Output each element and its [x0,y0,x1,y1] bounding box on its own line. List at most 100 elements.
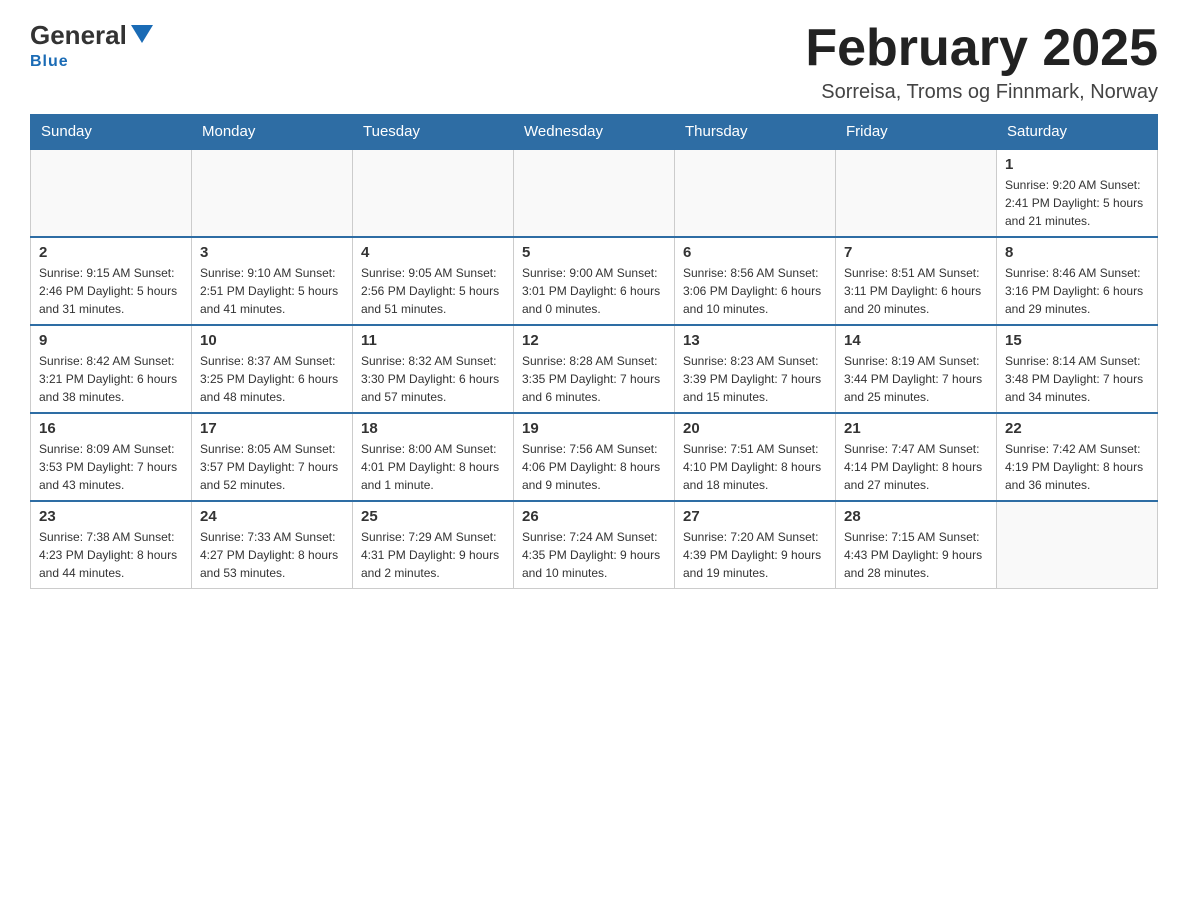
day-number: 1 [1005,156,1149,173]
day-number: 3 [200,244,344,261]
day-info: Sunrise: 8:51 AM Sunset: 3:11 PM Dayligh… [844,264,988,318]
day-number: 14 [844,332,988,349]
calendar-cell [192,149,353,237]
day-number: 6 [683,244,827,261]
calendar-header-row: Sunday Monday Tuesday Wednesday Thursday… [31,115,1158,150]
calendar-cell: 7 Sunrise: 8:51 AM Sunset: 3:11 PM Daylig… [836,237,997,325]
month-title: February 2025 [805,20,1158,77]
calendar-cell: 2 Sunrise: 9:15 AM Sunset: 2:46 PM Daylig… [31,237,192,325]
day-number: 12 [522,332,666,349]
calendar-cell: 19 Sunrise: 7:56 AM Sunset: 4:06 PM Dayli… [514,413,675,501]
day-info: Sunrise: 7:56 AM Sunset: 4:06 PM Dayligh… [522,440,666,494]
calendar-cell: 28 Sunrise: 7:15 AM Sunset: 4:43 PM Dayli… [836,501,997,589]
day-info: Sunrise: 7:47 AM Sunset: 4:14 PM Dayligh… [844,440,988,494]
day-number: 24 [200,508,344,525]
week-row-3: 9 Sunrise: 8:42 AM Sunset: 3:21 PM Daylig… [31,325,1158,413]
day-info: Sunrise: 9:15 AM Sunset: 2:46 PM Dayligh… [39,264,183,318]
calendar-cell: 13Sunrise: 8:23 AM Sunset: 3:39 PM Dayli… [675,325,836,413]
col-friday: Friday [836,115,997,150]
day-number: 27 [683,508,827,525]
day-info: Sunrise: 9:05 AM Sunset: 2:56 PM Dayligh… [361,264,505,318]
day-info: Sunrise: 8:42 AM Sunset: 3:21 PM Dayligh… [39,352,183,406]
logo-general-text: General [30,20,127,51]
day-number: 23 [39,508,183,525]
day-number: 26 [522,508,666,525]
col-tuesday: Tuesday [353,115,514,150]
calendar-cell: 5Sunrise: 9:00 AM Sunset: 3:01 PM Daylig… [514,237,675,325]
calendar-cell: 14 Sunrise: 8:19 AM Sunset: 3:44 PM Dayli… [836,325,997,413]
col-wednesday: Wednesday [514,115,675,150]
calendar-cell: 23 Sunrise: 7:38 AM Sunset: 4:23 PM Dayli… [31,501,192,589]
day-number: 28 [844,508,988,525]
calendar-cell: 18 Sunrise: 8:00 AM Sunset: 4:01 PM Dayli… [353,413,514,501]
calendar-cell: 27Sunrise: 7:20 AM Sunset: 4:39 PM Dayli… [675,501,836,589]
day-number: 19 [522,420,666,437]
day-number: 7 [844,244,988,261]
day-info: Sunrise: 8:09 AM Sunset: 3:53 PM Dayligh… [39,440,183,494]
day-number: 15 [1005,332,1149,349]
calendar-cell [836,149,997,237]
calendar-cell: 21 Sunrise: 7:47 AM Sunset: 4:14 PM Dayli… [836,413,997,501]
col-thursday: Thursday [675,115,836,150]
day-info: Sunrise: 7:38 AM Sunset: 4:23 PM Dayligh… [39,528,183,582]
day-info: Sunrise: 7:24 AM Sunset: 4:35 PM Dayligh… [522,528,666,582]
calendar-cell: 20Sunrise: 7:51 AM Sunset: 4:10 PM Dayli… [675,413,836,501]
week-row-1: 1 Sunrise: 9:20 AM Sunset: 2:41 PM Daylig… [31,149,1158,237]
calendar-cell: 16 Sunrise: 8:09 AM Sunset: 3:53 PM Dayli… [31,413,192,501]
calendar-cell [31,149,192,237]
day-number: 11 [361,332,505,349]
day-info: Sunrise: 7:33 AM Sunset: 4:27 PM Dayligh… [200,528,344,582]
day-number: 21 [844,420,988,437]
day-info: Sunrise: 8:46 AM Sunset: 3:16 PM Dayligh… [1005,264,1149,318]
day-number: 10 [200,332,344,349]
calendar-cell [675,149,836,237]
calendar-cell: 10Sunrise: 8:37 AM Sunset: 3:25 PM Dayli… [192,325,353,413]
day-info: Sunrise: 7:42 AM Sunset: 4:19 PM Dayligh… [1005,440,1149,494]
logo-blue-text: Blue [30,53,69,71]
calendar-cell [997,501,1158,589]
calendar-cell: 11 Sunrise: 8:32 AM Sunset: 3:30 PM Dayli… [353,325,514,413]
title-section: February 2025 Sorreisa, Troms og Finnmar… [805,20,1158,104]
day-info: Sunrise: 9:20 AM Sunset: 2:41 PM Dayligh… [1005,176,1149,230]
day-info: Sunrise: 8:19 AM Sunset: 3:44 PM Dayligh… [844,352,988,406]
day-number: 2 [39,244,183,261]
day-info: Sunrise: 8:32 AM Sunset: 3:30 PM Dayligh… [361,352,505,406]
day-number: 9 [39,332,183,349]
day-number: 22 [1005,420,1149,437]
calendar-cell: 1 Sunrise: 9:20 AM Sunset: 2:41 PM Daylig… [997,149,1158,237]
week-row-5: 23 Sunrise: 7:38 AM Sunset: 4:23 PM Dayli… [31,501,1158,589]
day-info: Sunrise: 8:00 AM Sunset: 4:01 PM Dayligh… [361,440,505,494]
day-info: Sunrise: 7:15 AM Sunset: 4:43 PM Dayligh… [844,528,988,582]
calendar-table: Sunday Monday Tuesday Wednesday Thursday… [30,114,1158,589]
calendar-cell: 24 Sunrise: 7:33 AM Sunset: 4:27 PM Dayli… [192,501,353,589]
day-number: 5 [522,244,666,261]
day-number: 17 [200,420,344,437]
calendar-cell: 3 Sunrise: 9:10 AM Sunset: 2:51 PM Daylig… [192,237,353,325]
day-number: 16 [39,420,183,437]
day-number: 8 [1005,244,1149,261]
page-header: General Blue February 2025 Sorreisa, Tro… [30,20,1158,104]
logo: General Blue [30,20,153,71]
day-info: Sunrise: 8:28 AM Sunset: 3:35 PM Dayligh… [522,352,666,406]
day-info: Sunrise: 8:56 AM Sunset: 3:06 PM Dayligh… [683,264,827,318]
day-info: Sunrise: 8:23 AM Sunset: 3:39 PM Dayligh… [683,352,827,406]
week-row-4: 16 Sunrise: 8:09 AM Sunset: 3:53 PM Dayli… [31,413,1158,501]
day-number: 25 [361,508,505,525]
calendar-cell: 26 Sunrise: 7:24 AM Sunset: 4:35 PM Dayli… [514,501,675,589]
calendar-cell: 15 Sunrise: 8:14 AM Sunset: 3:48 PM Dayli… [997,325,1158,413]
calendar-cell: 9 Sunrise: 8:42 AM Sunset: 3:21 PM Daylig… [31,325,192,413]
logo-triangle-icon [131,25,153,47]
calendar-cell: 8 Sunrise: 8:46 AM Sunset: 3:16 PM Daylig… [997,237,1158,325]
day-info: Sunrise: 7:29 AM Sunset: 4:31 PM Dayligh… [361,528,505,582]
day-info: Sunrise: 8:14 AM Sunset: 3:48 PM Dayligh… [1005,352,1149,406]
calendar-cell: 25 Sunrise: 7:29 AM Sunset: 4:31 PM Dayli… [353,501,514,589]
calendar-cell [514,149,675,237]
day-info: Sunrise: 9:10 AM Sunset: 2:51 PM Dayligh… [200,264,344,318]
calendar-cell: 17Sunrise: 8:05 AM Sunset: 3:57 PM Dayli… [192,413,353,501]
location-subtitle: Sorreisa, Troms og Finnmark, Norway [805,81,1158,104]
day-number: 18 [361,420,505,437]
day-number: 4 [361,244,505,261]
col-sunday: Sunday [31,115,192,150]
col-saturday: Saturday [997,115,1158,150]
calendar-cell: 12 Sunrise: 8:28 AM Sunset: 3:35 PM Dayli… [514,325,675,413]
